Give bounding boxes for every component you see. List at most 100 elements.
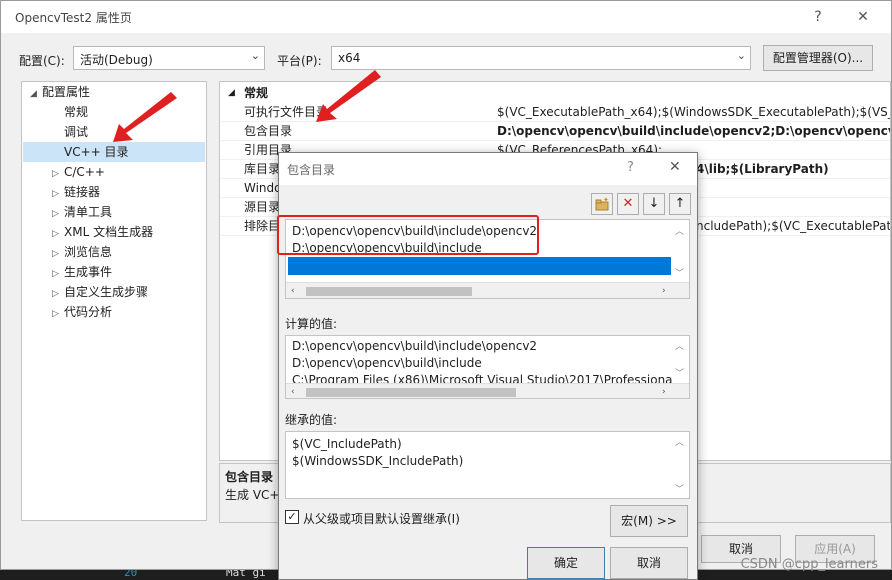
help-icon[interactable]: ?: [627, 160, 634, 175]
tree-item-label: 调试: [64, 125, 89, 139]
close-icon[interactable]: ✕: [851, 6, 875, 28]
expand-triangle-icon[interactable]: ▷: [52, 264, 64, 284]
description-title: 包含目录: [225, 470, 274, 484]
tree-item-label: 代码分析: [64, 305, 113, 319]
ok-button[interactable]: 确定: [527, 547, 605, 579]
expand-triangle-icon[interactable]: ▷: [52, 184, 64, 204]
collapse-triangle-icon[interactable]: ◢: [228, 84, 235, 102]
expand-triangle-icon[interactable]: ▷: [52, 304, 64, 324]
tree-item-label: 生成事件: [64, 265, 113, 279]
dialog-cancel-button[interactable]: 取消: [610, 547, 688, 579]
tree-item-general[interactable]: 常规: [52, 102, 88, 122]
expand-triangle-icon[interactable]: ▷: [52, 224, 64, 244]
scroll-down-icon[interactable]: ﹀: [675, 366, 684, 379]
chevron-down-icon: ⌄: [736, 49, 746, 62]
grid-category-label: 常规: [244, 86, 269, 100]
list-item: D:\opencv\opencv\build\include: [292, 356, 482, 370]
scroll-down-icon[interactable]: ﹀: [675, 266, 684, 279]
move-down-button[interactable]: ↓: [643, 193, 665, 215]
window-titlebar: OpencvTest2 属性页 ? ✕: [1, 1, 891, 33]
platform-combobox[interactable]: x64 ⌄: [331, 46, 751, 70]
arrow-up-icon: ↑: [674, 196, 686, 211]
horizontal-scrollbar[interactable]: ‹ ›: [286, 383, 689, 398]
svg-text:✦: ✦: [603, 196, 609, 204]
move-up-button[interactable]: ↑: [669, 193, 691, 215]
tree-item-label: XML 文档生成器: [64, 225, 154, 239]
config-combobox[interactable]: 活动(Debug) ⌄: [73, 46, 265, 70]
scroll-up-icon[interactable]: ︿: [675, 435, 684, 448]
tree-item-manifest[interactable]: ▷ 清单工具: [52, 202, 112, 222]
scroll-thumb[interactable]: [306, 287, 472, 296]
list-item-selected-empty[interactable]: [288, 257, 671, 275]
scroll-up-icon[interactable]: ︿: [675, 339, 684, 352]
grid-value: $(VC_ExecutablePath_x64);$(WindowsSDK_Ex…: [497, 105, 891, 119]
tree-item-label: 浏览信息: [64, 245, 113, 259]
scroll-thumb[interactable]: [306, 388, 516, 397]
scroll-right-icon[interactable]: ›: [662, 384, 666, 398]
tree-item-label: 常规: [64, 105, 89, 119]
inherited-label: 继承的值:: [285, 413, 338, 427]
tree-item-label: C/C++: [64, 165, 105, 179]
tree-item-cpp[interactable]: ▷ C/C++: [52, 162, 105, 182]
tree-item-vc-directories[interactable]: VC++ 目录: [23, 142, 205, 162]
tree-item-xml[interactable]: ▷ XML 文档生成器: [52, 222, 153, 242]
scroll-right-icon[interactable]: ›: [662, 283, 666, 298]
chevron-down-icon: ⌄: [250, 49, 260, 62]
grid-key: 排除目: [244, 219, 281, 233]
tree-item-custom-build[interactable]: ▷ 自定义生成步骤: [52, 282, 148, 302]
close-icon[interactable]: ✕: [669, 159, 681, 175]
checkmark-icon: ✓: [287, 510, 297, 523]
delete-line-button[interactable]: ✕: [617, 193, 639, 215]
grid-value: ncludePath);$(VC_ExecutablePath: [696, 219, 891, 233]
tree-item-linker[interactable]: ▷ 链接器: [52, 182, 100, 202]
list-item: $(VC_IncludePath): [292, 437, 402, 451]
scroll-up-icon[interactable]: ︿: [675, 224, 684, 237]
config-value: 活动(Debug): [80, 53, 153, 67]
platform-label: 平台(P):: [277, 54, 322, 68]
tree-item-label: 自定义生成步骤: [64, 285, 149, 299]
tree-item-browse[interactable]: ▷ 浏览信息: [52, 242, 112, 262]
scroll-left-icon[interactable]: ‹: [291, 384, 295, 398]
tree-item-label: 清单工具: [64, 205, 113, 219]
inherited-values-list: $(VC_IncludePath) $(WindowsSDK_IncludePa…: [285, 431, 690, 499]
grid-row-include-dirs[interactable]: 包含目录 D:\opencv\opencv\build\include\openc…: [220, 122, 891, 141]
platform-value: x64: [338, 51, 361, 65]
grid-key: 可执行文件目录: [244, 105, 329, 119]
dialog-title: 包含目录: [287, 163, 336, 177]
computed-label: 计算的值:: [285, 317, 338, 331]
tree-item-build-events[interactable]: ▷ 生成事件: [52, 262, 112, 282]
config-label: 配置(C):: [19, 54, 65, 68]
help-icon[interactable]: ?: [806, 6, 830, 28]
expand-triangle-icon[interactable]: ▷: [52, 204, 64, 224]
horizontal-scrollbar[interactable]: ‹ ›: [286, 282, 689, 298]
new-folder-icon: ✦: [595, 196, 609, 211]
tree-item-code-analysis[interactable]: ▷ 代码分析: [52, 302, 112, 322]
grid-row-exe-dirs[interactable]: 可执行文件目录 $(VC_ExecutablePath_x64);$(Window…: [220, 103, 891, 122]
scroll-left-icon[interactable]: ‹: [291, 283, 295, 298]
list-item: $(WindowsSDK_IncludePath): [292, 454, 464, 468]
grid-key: 库目录: [244, 162, 281, 176]
window-title: OpencvTest2 属性页: [15, 11, 132, 25]
tree-item-debugging[interactable]: 调试: [52, 122, 88, 142]
watermark-text: CSDN @cpp_learners: [740, 557, 878, 572]
collapse-triangle-icon[interactable]: ◢: [30, 84, 42, 104]
tree-item-label: VC++ 目录: [64, 145, 129, 159]
scroll-down-icon[interactable]: ﹀: [675, 482, 684, 495]
expand-triangle-icon[interactable]: ▷: [52, 244, 64, 264]
grid-value: 4\lib;$(LibraryPath): [696, 162, 829, 176]
delete-x-icon: ✕: [622, 196, 634, 211]
computed-values-list: D:\opencv\opencv\build\include\opencv2 D…: [285, 335, 690, 399]
config-manager-button[interactable]: 配置管理器(O)...: [763, 45, 873, 71]
macro-button[interactable]: 宏(M) >>: [610, 505, 688, 537]
inherit-checkbox[interactable]: ✓: [285, 510, 299, 524]
new-line-button[interactable]: ✦: [591, 193, 613, 215]
expand-triangle-icon[interactable]: ▷: [52, 164, 64, 184]
tree-root-label: 配置属性: [42, 85, 91, 99]
grid-key: 源目录: [244, 200, 281, 214]
expand-triangle-icon[interactable]: ▷: [52, 284, 64, 304]
grid-category[interactable]: ◢ 常规: [220, 84, 890, 102]
tree-root[interactable]: ◢ 配置属性: [30, 82, 90, 102]
list-item: D:\opencv\opencv\build\include\opencv2: [292, 339, 538, 353]
grid-value: D:\opencv\opencv\build\include\opencv2;D…: [497, 124, 891, 138]
inherit-checkbox-label[interactable]: 从父级或项目默认设置继承(I): [303, 510, 460, 527]
